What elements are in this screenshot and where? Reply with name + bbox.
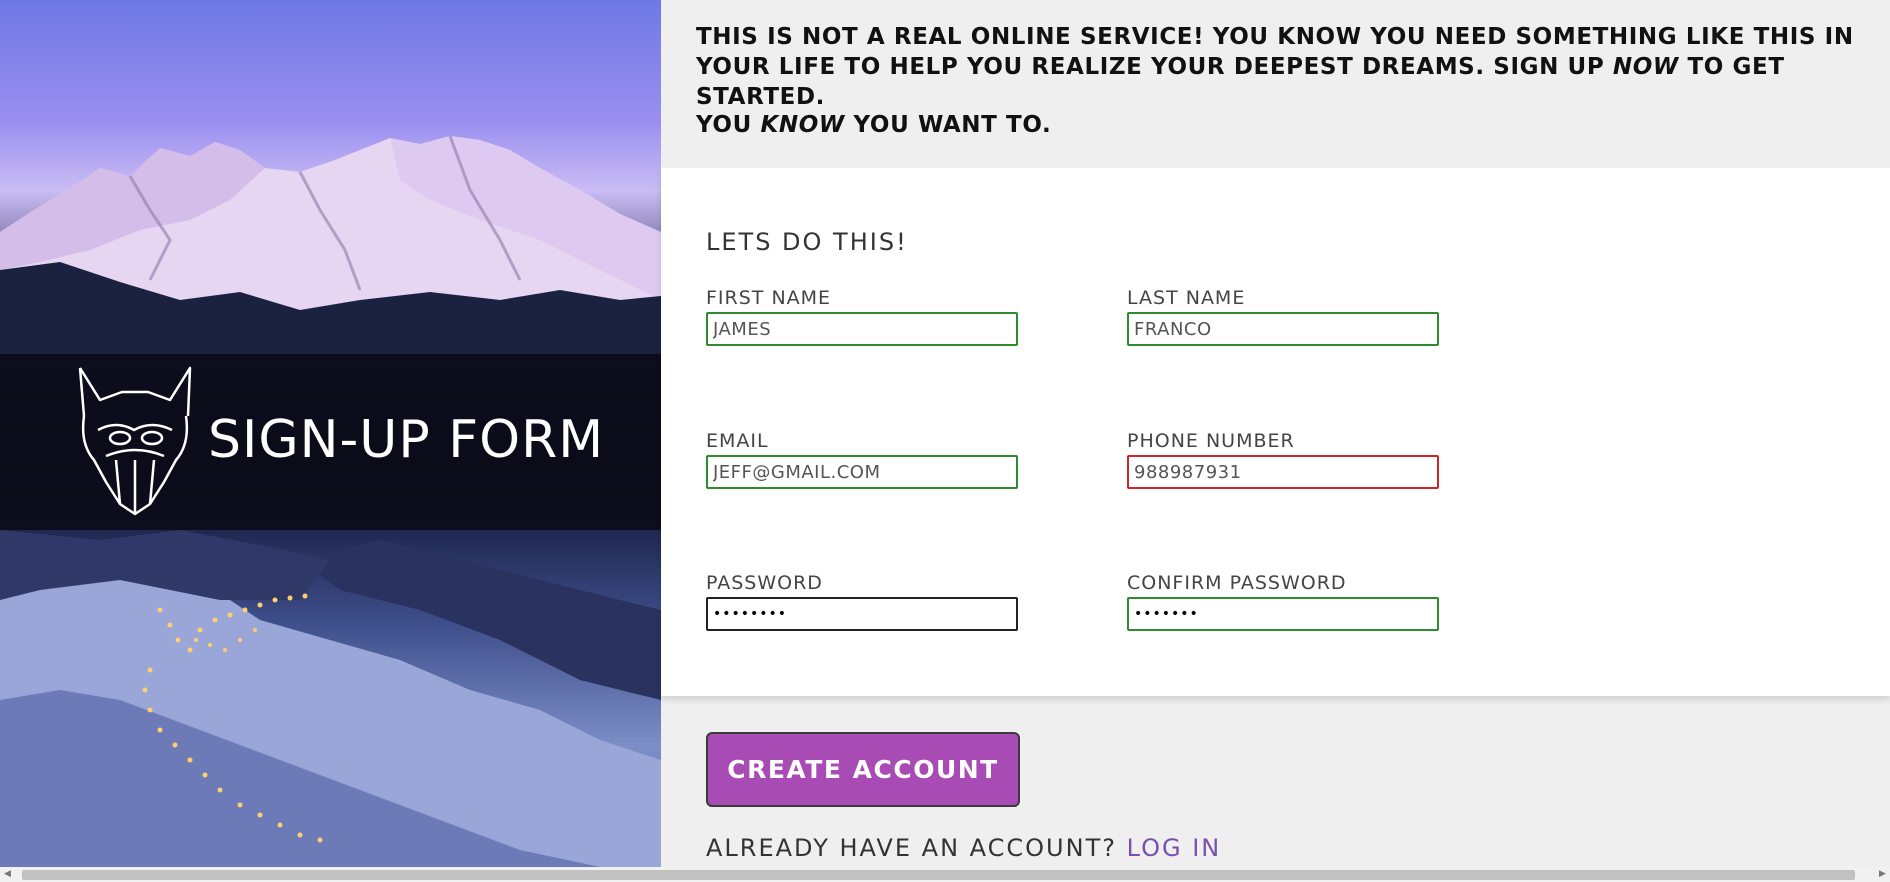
hero-panel: SIGN-UP FORM [0, 0, 661, 867]
form-heading: LETS DO THIS! [706, 228, 908, 256]
last-name-input[interactable] [1127, 312, 1439, 346]
email-field: EMAIL [706, 431, 1018, 489]
viking-logo-icon [78, 366, 192, 516]
intro-tagline: YOU KNOW YOU WANT TO. [696, 110, 1876, 140]
first-name-label: FIRST NAME [706, 287, 832, 309]
login-link[interactable]: LOG IN [1127, 834, 1222, 862]
scrollbar-thumb[interactable] [22, 870, 1855, 880]
scroll-right-arrow-icon[interactable]: ▶ [1875, 867, 1890, 882]
email-input[interactable] [706, 455, 1018, 489]
confirm-password-field: CONFIRM PASSWORD [1127, 573, 1439, 631]
tagline-text: YOU WANT TO. [844, 112, 1052, 138]
intro-section: THIS IS NOT A REAL ONLINE SERVICE! YOU K… [661, 0, 1890, 168]
intro-paragraph: THIS IS NOT A REAL ONLINE SERVICE! YOU K… [696, 22, 1876, 112]
password-input[interactable] [706, 597, 1018, 631]
phone-input[interactable] [1127, 455, 1439, 489]
create-account-button[interactable]: CREATE ACCOUNT [706, 732, 1020, 807]
phone-field: PHONE NUMBER [1127, 431, 1439, 489]
signup-form-card: LETS DO THIS! FIRST NAME LAST NAME EMAIL… [661, 168, 1890, 696]
scroll-left-arrow-icon[interactable]: ◀ [0, 867, 15, 882]
first-name-field: FIRST NAME [706, 288, 1018, 346]
intro-emphasis: NOW [1612, 54, 1679, 80]
email-label: EMAIL [706, 430, 769, 452]
confirm-password-input[interactable] [1127, 597, 1439, 631]
horizontal-scrollbar[interactable]: ◀ ▶ [0, 867, 1890, 882]
password-field: PASSWORD [706, 573, 1018, 631]
first-name-input[interactable] [706, 312, 1018, 346]
login-prompt-text: ALREADY HAVE AN ACCOUNT? [706, 834, 1127, 862]
brand-title: SIGN-UP FORM [208, 410, 605, 470]
tagline-emphasis: KNOW [760, 112, 845, 138]
tagline-text: YOU [696, 112, 761, 138]
login-prompt: ALREADY HAVE AN ACCOUNT? LOG IN [706, 834, 1221, 862]
confirm-password-label: CONFIRM PASSWORD [1127, 572, 1347, 594]
password-label: PASSWORD [706, 572, 823, 594]
last-name-label: LAST NAME [1127, 287, 1246, 309]
last-name-field: LAST NAME [1127, 288, 1439, 346]
phone-label: PHONE NUMBER [1127, 430, 1295, 452]
